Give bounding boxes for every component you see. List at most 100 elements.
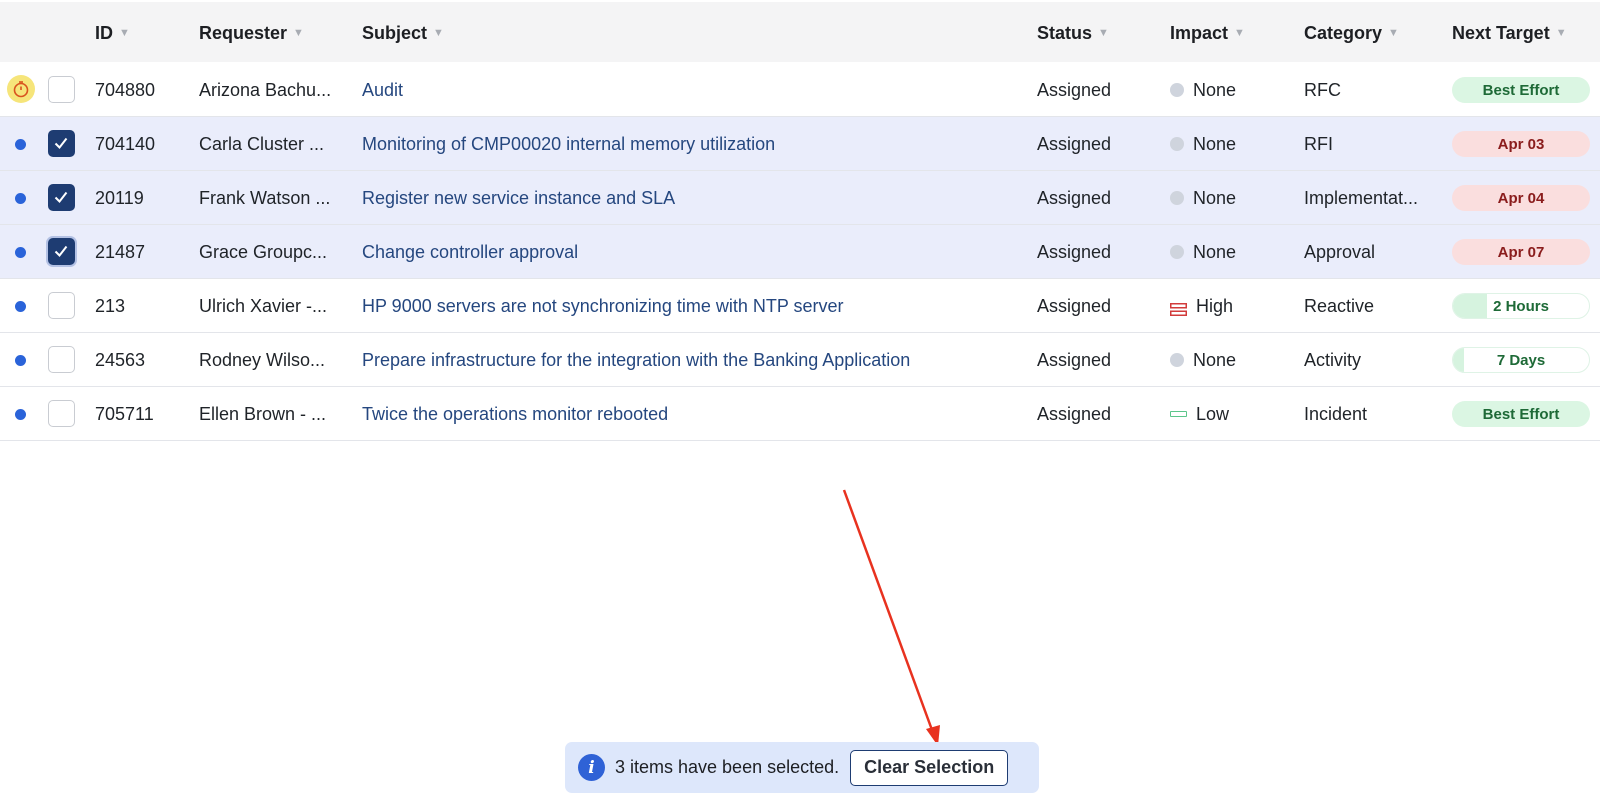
requester-name: Arizona Bachu...	[199, 79, 332, 100]
row-checkbox[interactable]	[48, 130, 75, 157]
column-header-category[interactable]: Category ▼	[1304, 22, 1434, 44]
timer-icon	[7, 75, 35, 103]
ticket-id: 21487	[95, 241, 146, 262]
sort-caret-icon: ▼	[1098, 27, 1109, 39]
unread-dot-icon	[15, 355, 26, 366]
row-checkbox[interactable]	[48, 292, 75, 319]
requester-name: Grace Groupc...	[199, 241, 328, 262]
requester-name: Carla Cluster ...	[199, 133, 325, 154]
row-checkbox[interactable]	[48, 76, 75, 103]
category-text: Incident	[1304, 403, 1368, 424]
impact-cell: Low	[1170, 387, 1290, 441]
selection-message: 3 items have been selected.	[615, 757, 840, 777]
impact-cell: High	[1170, 279, 1290, 333]
unread-dot-icon	[15, 409, 26, 420]
clear-selection-button[interactable]: Clear Selection	[850, 749, 1009, 786]
subject-link[interactable]: Prepare infrastructure for the integrati…	[362, 333, 1022, 387]
subject-link[interactable]: Audit	[362, 63, 1022, 117]
row-checkbox[interactable]	[48, 346, 75, 373]
sort-caret-icon: ▼	[119, 27, 130, 39]
next-target-badge: Apr 04	[1452, 185, 1590, 211]
sort-caret-icon: ▼	[1555, 27, 1567, 39]
category-text: RFI	[1304, 133, 1333, 154]
category-text: RFC	[1304, 79, 1341, 100]
unread-dot-icon	[15, 247, 26, 258]
ticket-id: 705711	[95, 403, 154, 424]
row-checkbox[interactable]	[48, 238, 75, 265]
subject-link[interactable]: HP 9000 servers are not synchronizing ti…	[362, 279, 1022, 333]
column-header-subject[interactable]: Subject ▼	[362, 22, 1022, 44]
next-target-cell: Apr 07	[1452, 225, 1600, 279]
table-row[interactable]: 213 Ulrich Xavier -... HP 9000 servers a…	[0, 279, 1600, 333]
table-header: ID ▼ Requester ▼ Subject ▼ Status ▼ Impact ▼ …	[0, 2, 1600, 62]
column-header-id[interactable]: ID ▼	[95, 22, 190, 44]
impact-none-icon	[1170, 353, 1184, 367]
next-target-badge: Best Effort	[1452, 77, 1590, 103]
sort-caret-icon: ▼	[1234, 27, 1245, 39]
sort-caret-icon: ▼	[1388, 27, 1399, 39]
status-text: Assigned	[1037, 403, 1112, 424]
impact-none-icon	[1170, 245, 1184, 259]
status-text: Assigned	[1037, 349, 1112, 370]
impact-none-icon	[1170, 191, 1184, 205]
column-header-impact[interactable]: Impact ▼	[1170, 22, 1290, 44]
requester-name: Rodney Wilso...	[199, 349, 326, 370]
table-row[interactable]: 704140 Carla Cluster ... Monitoring of C…	[0, 117, 1600, 171]
column-header-next-target[interactable]: Next Target ▼	[1452, 22, 1600, 44]
next-target-cell: 7 Days	[1452, 333, 1600, 387]
column-header-status[interactable]: Status ▼	[1037, 22, 1157, 44]
impact-cell: None	[1170, 333, 1290, 387]
next-target-cell: Best Effort	[1452, 387, 1600, 441]
next-target-cell: Apr 03	[1452, 117, 1600, 171]
next-target-badge: Apr 07	[1452, 239, 1590, 265]
impact-cell: None	[1170, 117, 1290, 171]
requester-name: Ellen Brown - ...	[199, 403, 327, 424]
next-target-cell: Apr 04	[1452, 171, 1600, 225]
status-text: Assigned	[1037, 295, 1112, 316]
ticket-id: 213	[95, 295, 126, 316]
table-row[interactable]: 24563 Rodney Wilso... Prepare infrastruc…	[0, 333, 1600, 387]
status-text: Assigned	[1037, 241, 1112, 262]
subject-link[interactable]: Change controller approval	[362, 225, 1022, 279]
info-icon: i	[578, 754, 605, 781]
next-target-progress-badge: 7 Days	[1452, 347, 1590, 373]
impact-cell: None	[1170, 225, 1290, 279]
table-row[interactable]: 20119 Frank Watson ... Register new serv…	[0, 171, 1600, 225]
ticket-id: 704880	[95, 79, 156, 100]
unread-dot-icon	[15, 139, 26, 150]
sort-caret-icon: ▼	[433, 27, 444, 39]
category-text: Implementat...	[1304, 187, 1419, 208]
ticket-id: 704140	[95, 133, 156, 154]
subject-link[interactable]: Twice the operations monitor rebooted	[362, 387, 1022, 441]
status-text: Assigned	[1037, 133, 1112, 154]
status-text: Assigned	[1037, 79, 1112, 100]
column-header-requester[interactable]: Requester ▼	[199, 22, 344, 44]
category-text: Reactive	[1304, 295, 1375, 316]
table-row[interactable]: 705711 Ellen Brown - ... Twice the opera…	[0, 387, 1600, 441]
next-target-cell: Best Effort	[1452, 63, 1600, 117]
selection-toast: i 3 items have been selected. Clear Sele…	[565, 742, 1039, 793]
sort-caret-icon: ▼	[293, 27, 304, 39]
ticket-id: 20119	[95, 187, 144, 208]
subject-link[interactable]: Monitoring of CMP00020 internal memory u…	[362, 117, 1022, 171]
category-text: Approval	[1304, 241, 1376, 262]
subject-link[interactable]: Register new service instance and SLA	[362, 171, 1022, 225]
impact-cell: None	[1170, 171, 1290, 225]
impact-cell: None	[1170, 63, 1290, 117]
impact-none-icon	[1170, 83, 1184, 97]
table-row[interactable]: 21487 Grace Groupc... Change controller …	[0, 225, 1600, 279]
requester-name: Ulrich Xavier -...	[199, 295, 328, 316]
status-text: Assigned	[1037, 187, 1112, 208]
row-checkbox[interactable]	[48, 400, 75, 427]
progress-fill	[1453, 294, 1487, 318]
row-checkbox[interactable]	[48, 184, 75, 211]
next-target-progress-badge: 2 Hours	[1452, 293, 1590, 319]
impact-none-icon	[1170, 137, 1184, 151]
progress-fill	[1453, 348, 1464, 372]
category-text: Activity	[1304, 349, 1362, 370]
impact-low-icon	[1170, 411, 1187, 417]
ticket-id: 24563	[95, 349, 146, 370]
requester-name: Frank Watson ...	[199, 187, 331, 208]
table-row[interactable]: 704880 Arizona Bachu... Audit Assigned N…	[0, 63, 1600, 117]
unread-dot-icon	[15, 301, 26, 312]
